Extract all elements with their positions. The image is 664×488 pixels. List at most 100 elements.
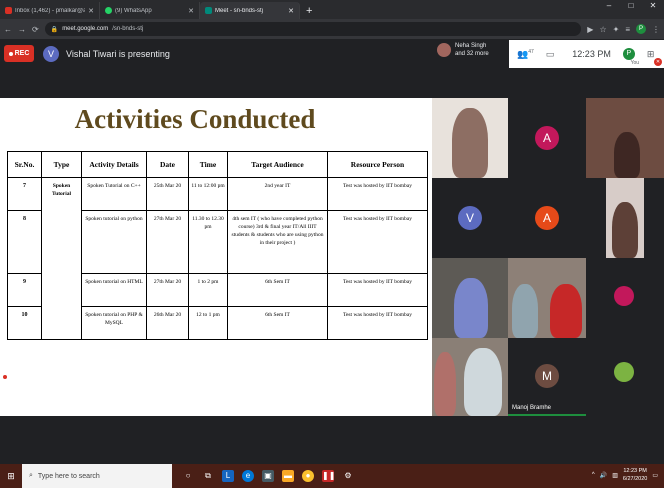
store-icon[interactable]: ▣	[262, 470, 274, 482]
header-cell: Activity Details	[81, 151, 147, 178]
volume-icon[interactable]: 🔊	[600, 472, 607, 479]
layout-icon[interactable]: ⊞	[647, 49, 655, 60]
recording-badge: REC	[4, 45, 34, 62]
participant-name: Manoj Bramhe	[512, 405, 552, 411]
details-cell: Spoken tutorial on HTML	[81, 273, 147, 307]
header-cell: Time	[188, 151, 228, 178]
tab-gmail[interactable]: Inbox (1,462) - pmalkar@atharvacoe ✕	[0, 2, 100, 19]
lock-icon: 🔒	[50, 26, 59, 33]
details-cell: Spoken tutorial on python	[81, 210, 147, 274]
tab-label: Inbox (1,462) - pmalkar@atharvacoe	[15, 7, 86, 14]
presenting-text: Vishal Tiwari is presenting	[66, 49, 170, 59]
app-l-icon[interactable]: L	[222, 470, 234, 482]
tab-meet[interactable]: Meet - sn-bnds-stj ✕	[200, 2, 300, 19]
rec-label: REC	[14, 50, 30, 57]
participant-tile[interactable]	[508, 258, 586, 338]
task-view-icon[interactable]: ⧉	[202, 470, 214, 482]
taskbar-search[interactable]: ⌕ Type here to search	[22, 464, 172, 488]
participant-video	[452, 108, 488, 178]
self-avatar[interactable]: P	[622, 48, 635, 60]
windows-taskbar: ⊞ ⌕ Type here to search ○ ⧉ L e ▣ ▬ ● ❚❚…	[0, 464, 664, 488]
table-row: 7 Spoken Tutorial Spoken Tutorial on C++…	[7, 177, 428, 340]
avatar: V	[458, 206, 482, 230]
window-controls: – □ ✕	[598, 0, 664, 12]
participant-tile[interactable]: A	[508, 98, 586, 178]
back-icon[interactable]: ←	[4, 25, 12, 34]
file-explorer-icon[interactable]: ▬	[282, 470, 294, 482]
search-icon: ⌕	[29, 472, 33, 479]
participant-tile[interactable]	[586, 338, 664, 416]
participant-tile[interactable]	[432, 98, 508, 178]
participant-tile[interactable]: M Manoj Bramhe	[508, 338, 586, 416]
chevron-up-icon[interactable]: ^	[592, 472, 595, 478]
maximize-icon[interactable]: □	[620, 0, 642, 12]
reload-icon[interactable]: ⟳	[32, 25, 39, 34]
participant-tile[interactable]	[586, 98, 664, 178]
sr-cell: 10	[7, 306, 42, 340]
participant-video	[434, 352, 456, 416]
participant-tile[interactable]: A	[508, 178, 586, 258]
participant-video	[614, 132, 640, 178]
menu-icon[interactable]: ⋮	[652, 25, 660, 34]
people-icon[interactable]: 👥47	[517, 49, 534, 60]
profile-avatar[interactable]: P	[636, 24, 646, 34]
pointer-dot	[3, 375, 7, 379]
close-icon[interactable]: ✕	[188, 7, 194, 15]
chat-icon[interactable]: ▭	[546, 49, 555, 60]
notification-icon[interactable]: ▭	[652, 472, 658, 479]
camera-icon[interactable]: ▶	[587, 25, 593, 34]
presenter-avatar: V	[43, 46, 59, 62]
avatar: M	[535, 364, 559, 388]
edge-icon[interactable]: e	[242, 470, 254, 482]
cortana-icon[interactable]: ○	[182, 470, 194, 482]
extensions-icon[interactable]: ✦	[613, 25, 620, 34]
reading-list-icon[interactable]: ≡	[625, 25, 630, 34]
chrome-icon[interactable]: ●	[302, 470, 314, 482]
settings-icon[interactable]: ⚙	[342, 470, 354, 482]
time-cell: 11 to 12:00 pm	[188, 177, 228, 211]
address-bar[interactable]: 🔒 meet.google.com/sn-bnds-stj	[44, 22, 582, 36]
details-cell: Spoken tutorial on PHP & MySQL	[81, 306, 147, 340]
sr-cell: 9	[7, 273, 42, 307]
participant-tile[interactable]	[586, 258, 664, 338]
participant-name: Neha Singh	[455, 43, 487, 49]
sr-cell: 8	[7, 210, 42, 274]
close-icon[interactable]: ✕	[88, 7, 94, 15]
tray-date: 6/27/2020	[622, 476, 648, 482]
search-placeholder: Type here to search	[37, 472, 100, 480]
new-tab-button[interactable]: +	[300, 5, 318, 19]
browser-toolbar: ← → ⟳ 🔒 meet.google.com/sn-bnds-stj ▶ ☆ …	[0, 19, 664, 39]
tab-label: Meet - sn-bnds-stj	[215, 7, 264, 14]
tray-clock[interactable]: 12:23 PM 6/27/2020	[623, 467, 647, 483]
tab-label: (9) WhatsApp	[115, 7, 152, 14]
star-icon[interactable]: ☆	[599, 25, 606, 34]
media-icon[interactable]: ❚❚	[322, 470, 335, 482]
participants-summary[interactable]: Neha Singh and 32 more	[437, 42, 489, 58]
date-cell: 27th Mar 20	[146, 210, 189, 274]
record-dot-icon	[8, 51, 13, 56]
close-icon[interactable]: ✕	[288, 7, 294, 15]
close-window-icon[interactable]: ✕	[642, 0, 664, 12]
meet-icon	[205, 7, 212, 14]
audience-cell: 4th sem IT ( who have completed python c…	[227, 210, 328, 274]
participant-tile[interactable]	[432, 338, 508, 416]
windows-start-icon[interactable]: ⊞	[0, 464, 22, 488]
participant-tile[interactable]: V	[432, 178, 508, 258]
meet-bottom-area	[0, 417, 664, 464]
participant-tile[interactable]	[432, 258, 508, 338]
resource-cell: Test was hosted by IIT bombay	[327, 177, 428, 211]
participant-video	[550, 284, 582, 338]
forward-icon[interactable]: →	[18, 25, 26, 34]
activities-table: Sr.No. Type Activity Details Date Time T…	[7, 151, 428, 340]
resource-cell: Test was hosted by IIT bombay	[327, 273, 428, 307]
minimize-icon[interactable]: –	[598, 0, 620, 12]
meet-controls-panel: 👥47 ▭ 12:23 PM P ⊞ You ✕	[509, 40, 664, 68]
tab-whatsapp[interactable]: (9) WhatsApp ✕	[100, 2, 200, 19]
avatar: A	[535, 206, 559, 230]
browser-tab-bar: Inbox (1,462) - pmalkar@atharvacoe ✕ (9)…	[0, 0, 664, 19]
date-cell: 25th Mar 20	[146, 177, 189, 211]
participant-tile[interactable]	[606, 178, 644, 258]
system-tray: ^ 🔊 ▥ 12:23 PM 6/27/2020 ▭	[592, 467, 658, 483]
network-icon[interactable]: ▥	[612, 472, 618, 479]
close-icon[interactable]: ✕	[654, 58, 662, 66]
